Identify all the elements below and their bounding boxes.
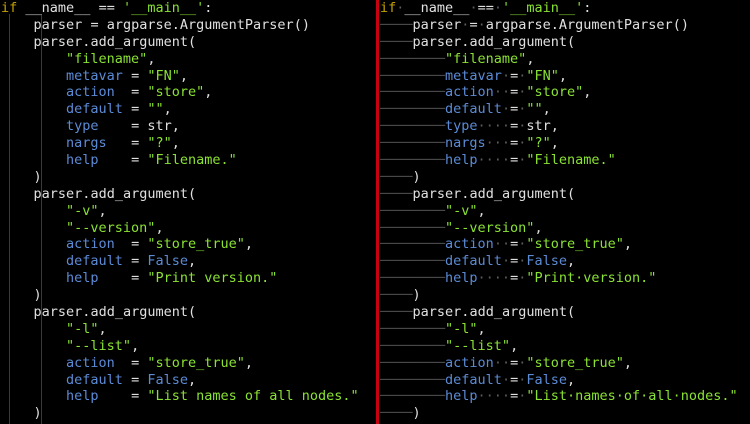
code-line: "--list", xyxy=(66,337,140,354)
code-line: if·__name__·==·'__main__': xyxy=(380,0,592,16)
code-line: ────────default·=·False, xyxy=(380,371,576,388)
code-lines-whitespace-visible: if·__name__·==·'__main__': ────parser·=·a… xyxy=(380,0,738,422)
code-line: ) xyxy=(33,287,42,304)
code-line: ────────"-l", xyxy=(380,320,486,337)
code-line: "--version", xyxy=(66,219,164,236)
code-line: parser.add_argument( xyxy=(33,304,197,321)
code-line: ) xyxy=(33,168,42,185)
code-line: ────────"--version", xyxy=(380,219,543,236)
code-line: type = str, xyxy=(66,118,180,135)
code-line: ────────default·=·False, xyxy=(380,253,576,270)
code-line: metavar = "FN", xyxy=(66,67,189,84)
code-line: ────────default·=·"", xyxy=(380,101,551,118)
code-line: help = "Print version." xyxy=(66,270,278,287)
code-line: default = False, xyxy=(66,253,197,270)
code-line: if __name__ == '__main__': xyxy=(1,0,213,16)
code-line: action = "store", xyxy=(66,84,213,101)
left-editor-pane[interactable]: if __name__ == '__main__': parser = argp… xyxy=(0,0,376,424)
code-line: default = "", xyxy=(66,101,172,118)
code-line: ────────help····=·"List·names·of·all·nod… xyxy=(380,388,738,405)
code-line: ────────nargs···=·"?", xyxy=(380,135,559,152)
code-line: ────────type····=·str, xyxy=(380,118,559,135)
code-line: ────parser.add_argument( xyxy=(380,185,576,202)
code-line: help = "Filename." xyxy=(66,152,237,169)
code-line: ────────help····=·"Print·version." xyxy=(380,270,657,287)
code-line: ────parser.add_argument( xyxy=(380,304,576,321)
code-line: parser.add_argument( xyxy=(33,185,197,202)
code-line: ────────help····=·"Filename." xyxy=(380,152,616,169)
code-line: "filename", xyxy=(66,50,156,67)
code-line: ────────action··=·"store_true", xyxy=(380,354,633,371)
code-line: action = "store_true", xyxy=(66,236,254,253)
code-line: ────) xyxy=(380,287,421,304)
code-line: ────parser·=·argparse.ArgumentParser() xyxy=(380,16,689,33)
code-lines: if __name__ == '__main__': parser = argp… xyxy=(1,0,359,422)
code-line: ────────"-v", xyxy=(380,202,486,219)
code-line: ────parser.add_argument( xyxy=(380,33,576,50)
code-line: ────────"--list", xyxy=(380,337,519,354)
code-line: parser = argparse.ArgumentParser() xyxy=(33,16,310,33)
code-line: "-l", xyxy=(66,320,107,337)
code-line: parser.add_argument( xyxy=(33,33,197,50)
code-line: ────────action··=·"store_true", xyxy=(380,236,633,253)
code-line: ────────metavar·=·"FN", xyxy=(380,67,568,84)
code-line: default = False, xyxy=(66,371,197,388)
code-line: ) xyxy=(33,405,42,422)
code-line: ────) xyxy=(380,405,421,422)
code-line: nargs = "?", xyxy=(66,135,180,152)
code-line: ────) xyxy=(380,168,421,185)
code-line: help = "List names of all nodes." xyxy=(66,388,359,405)
code-line: ────────"filename", xyxy=(380,50,535,67)
code-line: ────────action··=·"store", xyxy=(380,84,592,101)
code-line: action = "store_true", xyxy=(66,354,254,371)
right-editor-pane[interactable]: if·__name__·==·'__main__': ────parser·=·a… xyxy=(379,0,750,424)
code-line: "-v", xyxy=(66,202,107,219)
